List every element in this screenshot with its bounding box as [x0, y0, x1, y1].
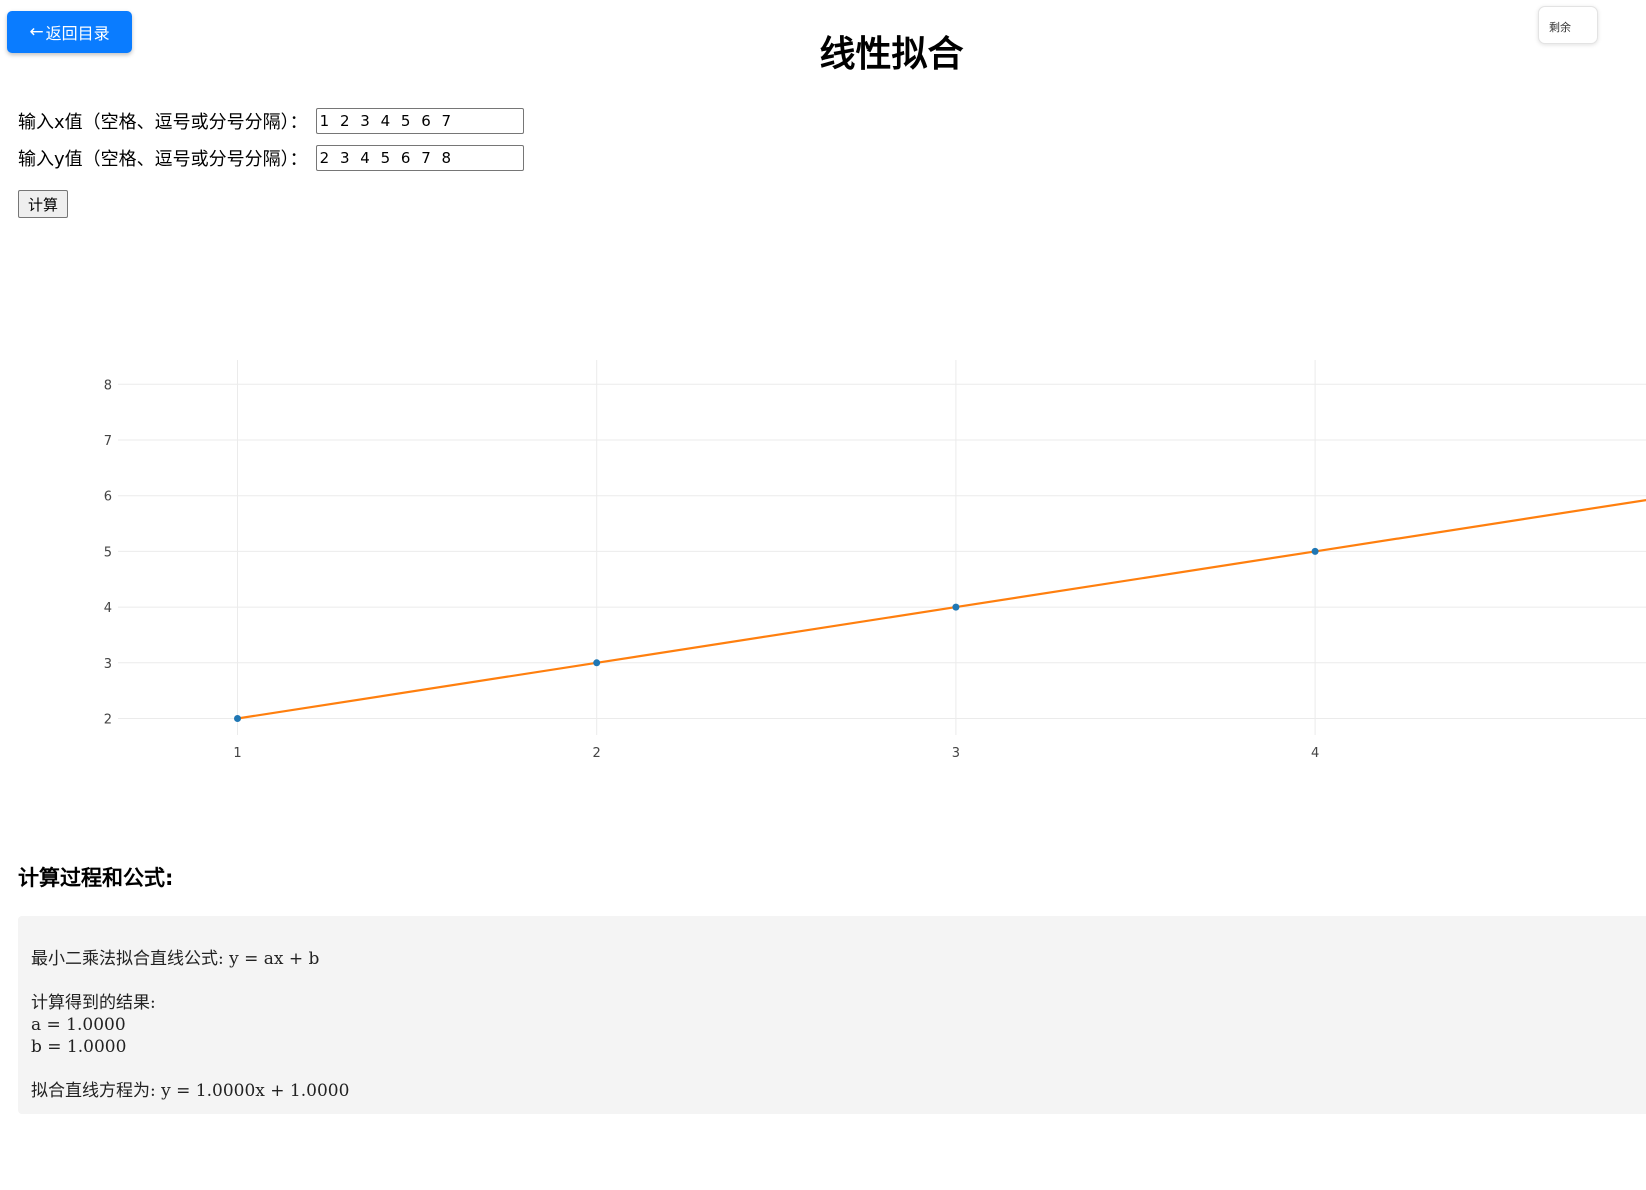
chart-tick-labels: 2 3 4 5 6 7 8 1 2 3 4	[104, 378, 1320, 761]
y-tick-label: 7	[104, 434, 112, 449]
corner-widget[interactable]: 剩余	[1538, 6, 1598, 44]
data-point	[952, 603, 960, 611]
data-point	[1311, 547, 1319, 555]
data-point	[593, 659, 601, 667]
x-input-row: 输入x值（空格、逗号或分号分隔）：	[18, 108, 524, 134]
x-tick-label: 3	[952, 746, 960, 761]
result-box: 最小二乘法拟合直线公式: y = ax + b 计算得到的结果: a = 1.0…	[18, 916, 1646, 1114]
x-tick-label: 1	[233, 746, 241, 761]
data-point	[234, 715, 241, 722]
result-heading: 计算得到的结果:	[31, 993, 156, 1013]
x-input-label: 输入x值（空格、逗号或分号分隔）：	[18, 112, 308, 133]
calculate-button[interactable]: 计算	[18, 190, 68, 218]
coefficient-b: b = 1.0000	[31, 1037, 127, 1057]
fitted-equation: 拟合直线方程为: y = 1.0000x + 1.0000	[31, 1081, 350, 1101]
y-tick-label: 8	[104, 378, 112, 393]
y-input-row: 输入y值（空格、逗号或分号分隔）：	[18, 145, 524, 171]
y-values-input[interactable]	[315, 145, 524, 171]
y-tick-label: 5	[104, 545, 112, 560]
chart-grid	[118, 360, 1646, 735]
y-tick-label: 3	[104, 657, 112, 672]
y-input-label: 输入y值（空格、逗号或分号分隔）：	[18, 149, 308, 170]
page-title: 线性拟合	[819, 34, 964, 75]
x-tick-label: 2	[593, 746, 601, 761]
y-tick-label: 6	[104, 490, 112, 505]
y-tick-label: 2	[104, 713, 112, 728]
y-tick-label: 4	[104, 601, 112, 616]
process-section-title: 计算过程和公式:	[18, 866, 174, 890]
fit-chart[interactable]: 2 3 4 5 6 7 8 1 2 3 4	[0, 330, 1646, 790]
formula-text: 最小二乘法拟合直线公式: y = ax + b	[31, 949, 320, 969]
x-tick-label: 4	[1311, 746, 1319, 761]
x-values-input[interactable]	[315, 108, 524, 134]
coefficient-a: a = 1.0000	[31, 1015, 126, 1035]
